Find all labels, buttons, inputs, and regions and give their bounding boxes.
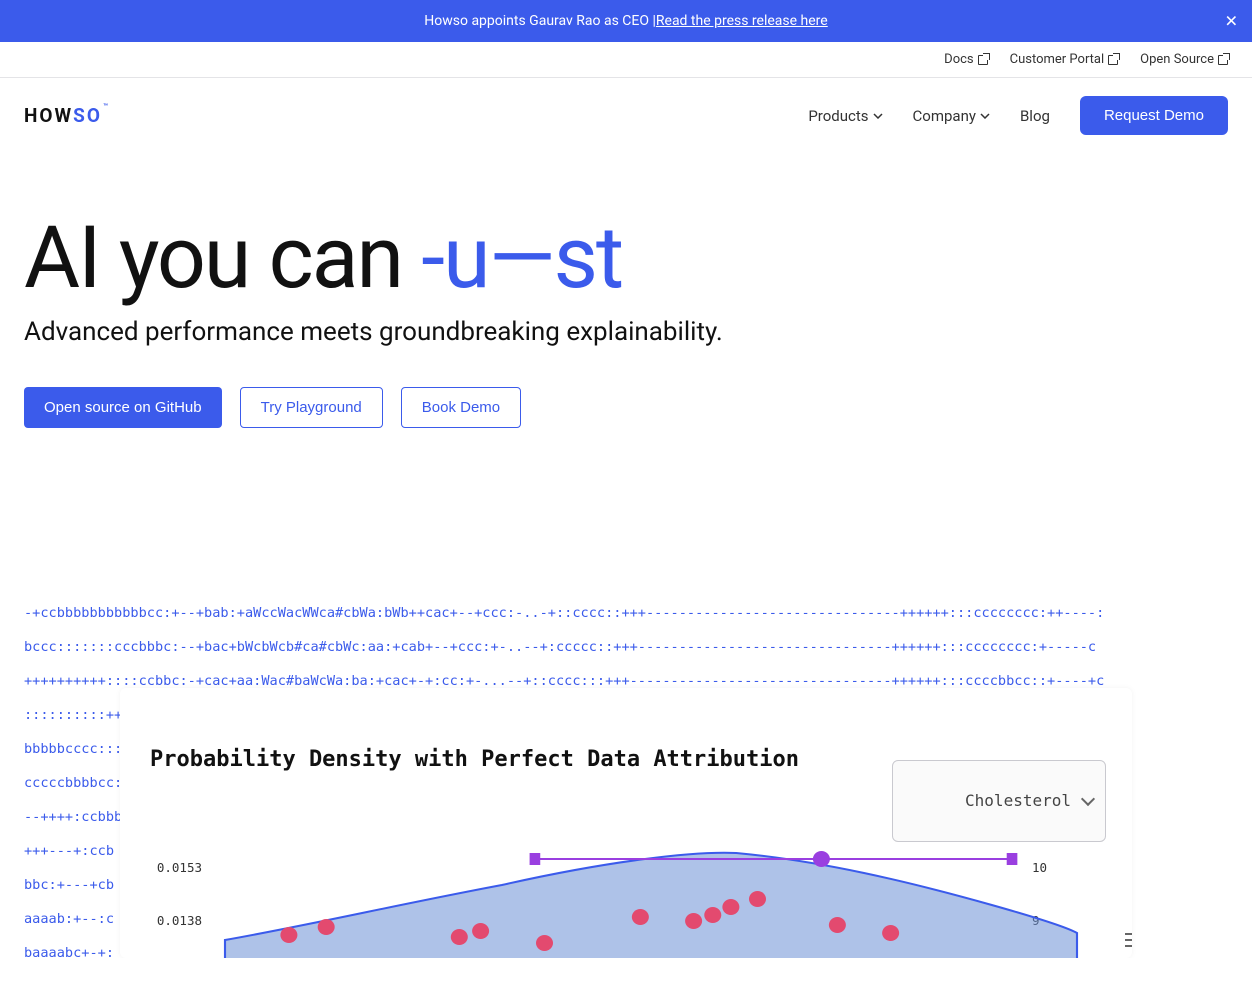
github-button[interactable]: Open source on GitHub <box>24 387 222 428</box>
chart-tool-icon[interactable] <box>1074 914 1096 932</box>
logo[interactable]: HOWSO™ <box>24 104 109 127</box>
utility-nav: Docs Customer Portal Open Source <box>0 42 1252 78</box>
book-demo-button[interactable]: Book Demo <box>401 387 521 428</box>
banner-link[interactable]: Read the press release here <box>656 13 828 29</box>
docs-link[interactable]: Docs <box>944 52 987 67</box>
main-nav: HOWSO™ Products Company Blog Request Dem… <box>0 78 1252 153</box>
hero-heading: AI you can -u—st <box>24 213 1228 303</box>
external-link-icon <box>1108 55 1118 65</box>
announcement-banner: Howso appoints Gaurav Rao as CEO | Read … <box>0 0 1252 42</box>
external-link-icon <box>978 55 988 65</box>
customer-portal-link[interactable]: Customer Portal <box>1010 52 1119 67</box>
chart-card: Probability Density with Perfect Data At… <box>120 688 1132 958</box>
nav-blog[interactable]: Blog <box>1020 107 1050 125</box>
hero: AI you can -u—st Advanced performance me… <box>0 153 1252 468</box>
external-link-icon <box>1218 55 1228 65</box>
nav-products[interactable]: Products <box>808 107 882 125</box>
playground-button[interactable]: Try Playground <box>240 387 383 428</box>
banner-text: Howso appoints Gaurav Rao as CEO | <box>424 13 656 29</box>
chevron-down-icon <box>873 113 883 119</box>
chevron-down-icon <box>980 113 990 119</box>
ascii-background: -+ccbbbbbbbbbbbcc:+--+bab:+aWccWacWWca#c… <box>0 588 1252 958</box>
request-demo-button[interactable]: Request Demo <box>1080 96 1228 135</box>
hero-subheading: Advanced performance meets groundbreakin… <box>24 317 1228 347</box>
open-source-link[interactable]: Open Source <box>1140 52 1228 67</box>
close-icon[interactable]: ✕ <box>1225 12 1238 31</box>
chart-plot <box>176 828 1028 948</box>
nav-company[interactable]: Company <box>913 107 990 125</box>
